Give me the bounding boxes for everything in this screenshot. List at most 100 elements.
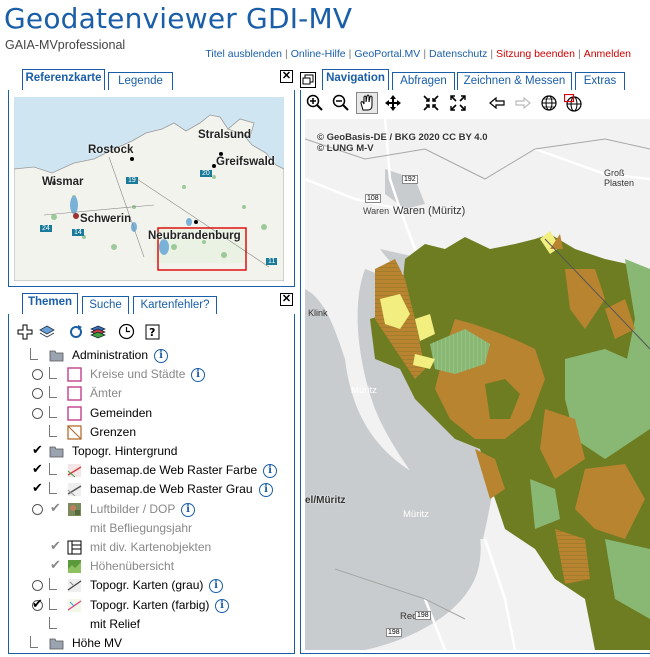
ref-label-stralsund: Stralsund bbox=[198, 129, 252, 141]
info-icon[interactable]: i bbox=[181, 502, 195, 517]
theme-row[interactable]: Kreise und Städte i bbox=[20, 365, 290, 384]
link-anmelden[interactable]: Anmelden bbox=[584, 48, 631, 60]
tree-connector bbox=[30, 348, 38, 360]
layer-checkbox-checked[interactable]: ✔ bbox=[32, 462, 44, 475]
svg-text:?: ? bbox=[149, 326, 155, 339]
main-map[interactable]: © GeoBasis-DE / BKG 2020 CC BY 4.0 © LUN… bbox=[305, 119, 650, 650]
layer-radio[interactable] bbox=[32, 388, 43, 400]
close-icon[interactable]: ✕ bbox=[280, 70, 293, 83]
theme-row[interactable]: ✔ Luftbilder / DOP i bbox=[20, 500, 290, 519]
map-label-mueritz-water-south: Müritz bbox=[403, 509, 429, 520]
theme-label: Ämter bbox=[90, 386, 123, 401]
back-arrow-icon[interactable] bbox=[488, 94, 506, 112]
theme-row[interactable]: Topogr. Karten (grau) i bbox=[20, 576, 290, 595]
top-links: Titel ausblenden | Online-Hilfe | GeoPortal.… bbox=[205, 48, 631, 60]
tree-connector bbox=[49, 463, 57, 476]
tab-extras[interactable]: Extras bbox=[575, 72, 625, 91]
theme-label: mit div. Kartenobjekten bbox=[90, 540, 212, 554]
layer-checkbox-gray[interactable]: ✔ bbox=[50, 539, 62, 552]
add-layer-icon[interactable] bbox=[17, 324, 33, 340]
zoom-in-icon[interactable] bbox=[306, 94, 324, 112]
map-label-mueritz-left: el/Müritz bbox=[305, 495, 346, 506]
theme-row[interactable]: Administration i bbox=[20, 346, 290, 365]
layer-checkbox-checked[interactable]: ✔ bbox=[32, 443, 44, 456]
tree-connector bbox=[49, 386, 57, 399]
layer-radio[interactable] bbox=[32, 503, 43, 515]
tab-referenzkarte[interactable]: Referenzkarte bbox=[22, 69, 105, 90]
theme-row[interactable]: ✔ Topogr. Hintergrund bbox=[20, 442, 290, 461]
close-icon[interactable]: ✕ bbox=[280, 293, 293, 306]
layer-radio[interactable] bbox=[32, 369, 43, 381]
tab-themen[interactable]: Themen bbox=[22, 293, 78, 314]
theme-row[interactable]: mit Relief bbox=[20, 615, 290, 634]
theme-label: Höhenübersicht bbox=[90, 559, 175, 574]
zoom-to-extent-icon[interactable] bbox=[422, 94, 440, 112]
theme-row[interactable]: mit Befliegungsjahr bbox=[20, 519, 290, 538]
tab-navigation[interactable]: Navigation bbox=[322, 69, 389, 90]
theme-label: Gemeinden bbox=[90, 405, 153, 420]
layers-icon[interactable] bbox=[39, 324, 55, 340]
globe-extent-icon[interactable] bbox=[563, 93, 582, 112]
globe-icon[interactable] bbox=[540, 94, 558, 112]
reference-map[interactable]: Stralsund Rostock Greifswald Wismar Schw… bbox=[14, 97, 284, 281]
refresh-icon[interactable] bbox=[68, 324, 84, 340]
info-icon[interactable]: i bbox=[259, 483, 273, 498]
ref-shield: 20 bbox=[200, 170, 212, 177]
info-icon[interactable]: i bbox=[154, 349, 168, 363]
map-road-shield: 108 bbox=[365, 194, 381, 203]
layer-checkbox-checked[interactable]: ✔ bbox=[32, 597, 44, 610]
theme-row[interactable]: ✔ mit div. Kartenobjekten bbox=[20, 538, 290, 557]
fullscreen-icon[interactable] bbox=[449, 94, 467, 112]
map-road-shield: 192 bbox=[402, 175, 418, 184]
layer-checkbox-gray[interactable]: ✔ bbox=[50, 501, 62, 514]
tab-zeichnen-messen[interactable]: Zeichnen & Messen bbox=[457, 72, 572, 91]
theme-row[interactable]: Höhe MV bbox=[20, 634, 290, 653]
info-icon[interactable]: i bbox=[215, 598, 229, 613]
app-title: Geodatenviewer GDI-MV bbox=[4, 2, 353, 35]
tab-abfragen[interactable]: Abfragen bbox=[392, 72, 455, 91]
ref-label-wismar: Wismar bbox=[42, 176, 84, 188]
topo-gray-icon bbox=[67, 578, 82, 593]
link-titel-ausblenden[interactable]: Titel ausblenden bbox=[205, 48, 282, 60]
zoom-out-icon[interactable] bbox=[332, 94, 350, 112]
link-online-hilfe[interactable]: Online-Hilfe bbox=[291, 48, 346, 60]
layer-checkbox-gray[interactable]: ✔ bbox=[50, 558, 62, 571]
app-subtitle: GAIA-MVprofessional bbox=[5, 38, 126, 52]
ref-label-schwerin: Schwerin bbox=[80, 213, 132, 225]
tree-connector bbox=[49, 578, 57, 591]
forward-arrow-icon[interactable] bbox=[514, 94, 532, 112]
info-icon[interactable]: i bbox=[191, 368, 205, 383]
theme-row[interactable]: Grenzen bbox=[20, 423, 290, 442]
info-icon[interactable]: i bbox=[209, 579, 223, 594]
theme-row[interactable]: Gemeinden bbox=[20, 404, 290, 423]
tree-connector bbox=[49, 367, 57, 380]
pan-hand-icon[interactable] bbox=[356, 92, 378, 114]
theme-row[interactable]: ✔ basemap.de Web Raster Grau i bbox=[20, 480, 290, 499]
link-datenschutz[interactable]: Datenschutz bbox=[429, 48, 487, 60]
basemap-color-icon bbox=[67, 463, 82, 478]
layer-radio[interactable] bbox=[32, 580, 43, 592]
tab-kartenfehler[interactable]: Kartenfehler? bbox=[133, 296, 217, 315]
ref-shield: 24 bbox=[40, 225, 52, 232]
relief-icon bbox=[67, 559, 82, 574]
tab-legende[interactable]: Legende bbox=[108, 72, 173, 91]
theme-row[interactable]: ✔ Topogr. Karten (farbig) i bbox=[20, 596, 290, 615]
theme-label: Kreise und Städte bbox=[90, 367, 186, 382]
undock-icon[interactable] bbox=[300, 72, 316, 88]
ref-shield: 11 bbox=[266, 258, 278, 265]
layers-stack-icon[interactable] bbox=[90, 324, 106, 340]
tree-connector bbox=[49, 424, 57, 437]
theme-row[interactable]: Ämter bbox=[20, 384, 290, 403]
theme-row[interactable]: ✔ basemap.de Web Raster Farbe i bbox=[20, 461, 290, 480]
ref-label-rostock: Rostock bbox=[88, 144, 134, 156]
layer-radio[interactable] bbox=[32, 407, 43, 419]
link-geoportal[interactable]: GeoPortal.MV bbox=[354, 48, 420, 60]
layer-checkbox-checked[interactable]: ✔ bbox=[32, 481, 44, 494]
tab-suche[interactable]: Suche bbox=[82, 296, 129, 315]
info-icon[interactable]: i bbox=[263, 464, 277, 479]
move-icon[interactable] bbox=[384, 94, 402, 112]
help-icon[interactable]: ? bbox=[145, 324, 160, 340]
link-sitzung-beenden[interactable]: Sitzung beenden bbox=[496, 48, 575, 60]
theme-row[interactable]: ✔ Höhenübersicht bbox=[20, 557, 290, 576]
clock-icon[interactable] bbox=[118, 323, 135, 340]
